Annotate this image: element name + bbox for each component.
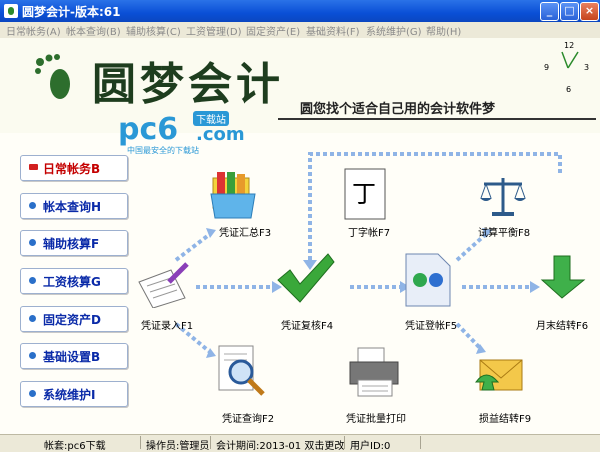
voucher-summary-label[interactable]: 凭证汇总F3: [219, 224, 271, 239]
app-icon: [4, 4, 18, 18]
checkmark-icon[interactable]: [276, 252, 336, 304]
status-separator: [420, 436, 421, 449]
window-title: 圆梦会计-版本:61: [22, 5, 121, 19]
status-separator: [344, 436, 345, 449]
t-account-label[interactable]: 丁字帐F7: [348, 224, 390, 239]
trial-balance-label[interactable]: 试算平衡F8: [478, 224, 530, 239]
menu-bar: 日常帐务(A) 帐本查询(B) 辅助核算(C) 工资管理(D) 固定资产(E) …: [0, 22, 600, 39]
month-end-label[interactable]: 月末结转F6: [536, 317, 588, 332]
envelope-icon[interactable]: [472, 354, 526, 400]
status-separator: [140, 436, 141, 449]
printer-icon[interactable]: [348, 344, 404, 400]
balance-scale-icon[interactable]: [478, 174, 528, 218]
voucher-query-label[interactable]: 凭证查询F2: [222, 410, 274, 425]
voucher-review-label[interactable]: 凭证复核F4: [281, 317, 333, 332]
status-separator: [210, 436, 211, 449]
profit-loss-label[interactable]: 损益结转F9: [479, 410, 531, 425]
main-panel: 圆梦会计 12 3 6 9 圆您找个适合自己用的会计软件梦 pc6 下载站 .c…: [0, 38, 600, 434]
voucher-entry-icon[interactable]: [135, 260, 193, 308]
voucher-summary-icon[interactable]: [207, 168, 259, 220]
voucher-post-icon[interactable]: [404, 252, 454, 308]
batch-print-label[interactable]: 凭证批量打印: [346, 410, 406, 425]
close-button[interactable]: ×: [580, 2, 599, 21]
status-bar: 帐套:pc6下载 操作员:管理员 会计期间:2013-01 双击更改 用户ID:…: [0, 434, 600, 452]
t-account-icon[interactable]: 丁: [344, 168, 386, 220]
magnifier-icon[interactable]: [215, 344, 271, 400]
month-end-arrow-icon[interactable]: [540, 254, 586, 300]
menu-item-daily[interactable]: 日常帐务(A): [6, 23, 61, 38]
voucher-post-label[interactable]: 凭证登帐F5: [405, 317, 457, 332]
menu-item-basic-data[interactable]: 基础资料(F): [306, 23, 360, 38]
menu-item-help[interactable]: 帮助(H): [426, 23, 461, 38]
voucher-entry-label[interactable]: 凭证录入F1: [141, 317, 193, 332]
menu-item-payroll[interactable]: 工资管理(D): [186, 23, 242, 38]
menu-item-assets[interactable]: 固定资产(E): [246, 23, 300, 38]
maximize-button[interactable]: □: [560, 2, 579, 21]
minimize-button[interactable]: _: [540, 2, 559, 21]
menu-item-auxiliary[interactable]: 辅助核算(C): [126, 23, 181, 38]
title-bar: 圆梦会计-版本:61 _ □ ×: [0, 0, 600, 22]
t-account-glyph: 丁: [352, 180, 376, 208]
menu-item-ledger[interactable]: 帐本查询(B): [66, 23, 121, 38]
menu-item-system[interactable]: 系统维护(G): [366, 23, 422, 38]
